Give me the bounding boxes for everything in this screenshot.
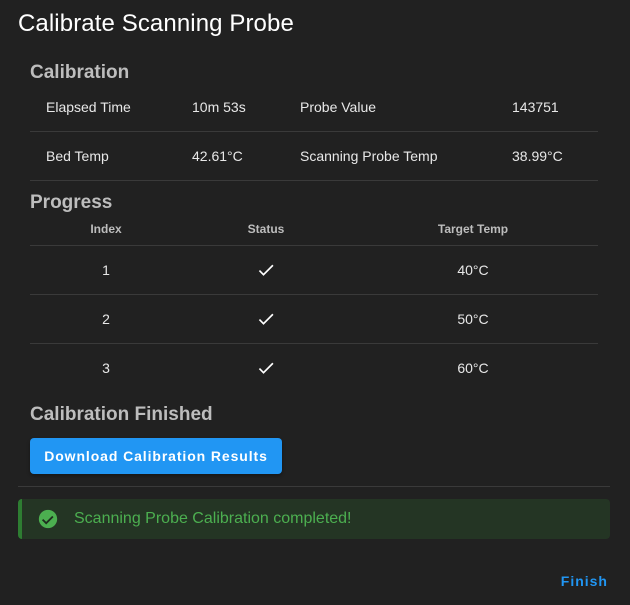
scanning-probe-temp-value: 38.99°C	[512, 148, 563, 164]
row-target-temp: 50°C	[457, 311, 489, 327]
calibrate-dialog: Calibrate Scanning Probe Calibration Ela…	[0, 0, 630, 605]
alert-message: Scanning Probe Calibration completed!	[74, 510, 352, 527]
calibration-finished-heading: Calibration Finished	[30, 404, 213, 425]
elapsed-time-value: 10m 53s	[192, 99, 246, 115]
dialog-title: Calibrate Scanning Probe	[18, 10, 294, 37]
finish-button[interactable]: Finish	[561, 570, 608, 592]
probe-value-value: 143751	[512, 99, 559, 115]
target-temp-column-header: Target Temp	[437, 222, 509, 236]
divider	[18, 486, 610, 487]
progress-heading: Progress	[30, 192, 113, 213]
bed-temp-value: 42.61°C	[192, 148, 243, 164]
elapsed-time-label: Elapsed Time	[46, 99, 131, 115]
check-icon	[256, 246, 276, 294]
scanning-probe-temp-label: Scanning Probe Temp	[300, 148, 438, 164]
calibration-row: Bed Temp 42.61°C Scanning Probe Temp 38.…	[30, 132, 598, 181]
calibration-heading: Calibration	[30, 62, 130, 83]
bed-temp-label: Bed Temp	[46, 148, 109, 164]
success-alert: Scanning Probe Calibration completed!	[18, 499, 610, 539]
calibration-table: Elapsed Time 10m 53s Probe Value 143751 …	[30, 83, 598, 181]
row-target-temp: 40°C	[457, 262, 489, 278]
table-row: 2 50°C	[30, 295, 598, 344]
download-calibration-results-button[interactable]: Download Calibration Results	[30, 438, 282, 474]
check-icon	[256, 344, 276, 392]
row-index: 3	[102, 360, 110, 376]
row-index: 1	[102, 262, 110, 278]
index-column-header: Index	[90, 222, 122, 236]
progress-table-header: Index Status Target Temp	[30, 214, 598, 246]
probe-value-label: Probe Value	[300, 99, 377, 115]
check-circle-icon	[37, 508, 59, 530]
calibration-row: Elapsed Time 10m 53s Probe Value 143751	[30, 83, 598, 132]
row-index: 2	[102, 311, 110, 327]
table-row: 3 60°C	[30, 344, 598, 392]
status-column-header: Status	[247, 222, 285, 236]
check-icon	[256, 295, 276, 343]
progress-table: Index Status Target Temp 1 40°C 2 50°C 3…	[30, 214, 598, 392]
table-row: 1 40°C	[30, 246, 598, 295]
row-target-temp: 60°C	[457, 360, 489, 376]
